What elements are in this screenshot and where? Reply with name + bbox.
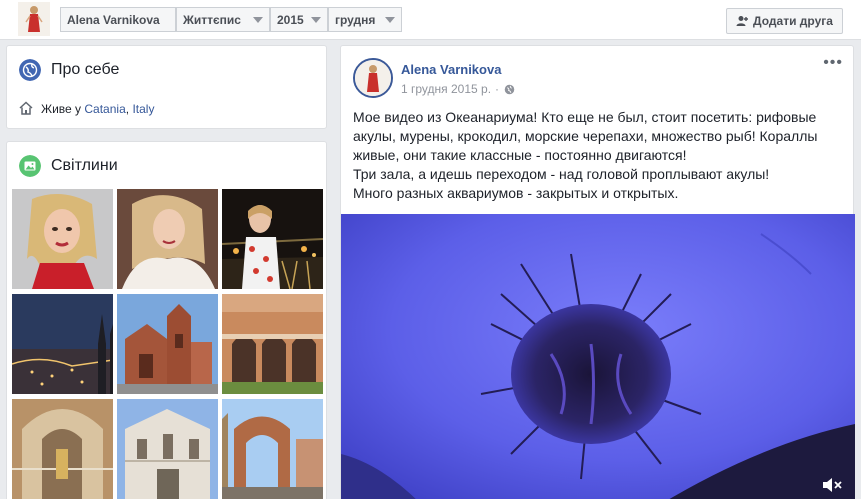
- post-line: Три зала, а идешь переходом - над голово…: [353, 166, 770, 182]
- photos-title: Світлини: [51, 157, 118, 174]
- home-icon: [19, 101, 33, 115]
- date-separator: ·: [495, 82, 500, 96]
- timeline-nav-bar: Alena Varnikova Життєпис 2015 грудня Дод…: [0, 0, 861, 40]
- post-line: Много разных аквариумов - закрытых и отк…: [353, 185, 679, 201]
- photo-thumbnail[interactable]: [12, 189, 113, 289]
- globe-icon[interactable]: [504, 84, 515, 95]
- post-date-link[interactable]: 1 грудня 2015 р.: [401, 82, 491, 96]
- section-label: Життєпис: [183, 12, 241, 27]
- globe-icon: [19, 59, 41, 81]
- about-card: Про себе Живе у Catania, Italy: [6, 45, 327, 129]
- profile-name: Alena Varnikova: [67, 12, 160, 27]
- post-body: Мое видео из Океанариума! Кто еще не был…: [353, 108, 843, 203]
- year-dropdown[interactable]: 2015: [270, 7, 328, 32]
- country-link[interactable]: Italy: [132, 102, 154, 116]
- city-link[interactable]: Catania: [84, 102, 125, 116]
- chevron-down-icon: [253, 16, 263, 23]
- photo-icon: [19, 155, 41, 177]
- profile-name-button[interactable]: Alena Varnikova: [60, 7, 176, 32]
- photo-thumbnail[interactable]: [117, 399, 218, 499]
- photo-thumbnail[interactable]: [222, 294, 323, 394]
- profile-thumbnail[interactable]: [18, 2, 50, 36]
- chevron-down-icon: [311, 16, 321, 23]
- photo-thumbnail[interactable]: [117, 294, 218, 394]
- about-title: Про себе: [51, 61, 120, 78]
- photo-thumbnail[interactable]: [12, 399, 113, 499]
- post-line: акулы, мурены, крокодил, морские черепах…: [353, 128, 818, 144]
- muted-speaker-icon[interactable]: [821, 476, 843, 494]
- add-friend-button[interactable]: Додати друга: [726, 8, 843, 34]
- photo-thumbnail[interactable]: [222, 399, 323, 499]
- section-dropdown[interactable]: Життєпис: [176, 7, 270, 32]
- post-date-row: 1 грудня 2015 р. ·: [401, 82, 515, 96]
- post-card: Alena Varnikova 1 грудня 2015 р. · ••• М…: [340, 45, 855, 499]
- month-label: грудня: [335, 12, 376, 27]
- chevron-down-icon: [385, 16, 395, 23]
- photo-thumbnail[interactable]: [117, 189, 218, 289]
- lives-in-prefix: Живе у: [41, 102, 82, 116]
- photos-card: Світлини: [6, 141, 327, 499]
- post-author-link[interactable]: Alena Varnikova: [401, 62, 501, 77]
- photo-thumbnail[interactable]: [12, 294, 113, 394]
- video-player[interactable]: [341, 214, 855, 499]
- photo-thumbnail[interactable]: [222, 189, 323, 289]
- post-options-icon[interactable]: •••: [823, 54, 843, 72]
- month-dropdown[interactable]: грудня: [328, 7, 402, 32]
- author-avatar[interactable]: [353, 58, 393, 98]
- add-friend-label: Додати друга: [753, 14, 833, 28]
- add-person-icon: [736, 16, 749, 26]
- post-line: Мое видео из Океанариума! Кто еще не был…: [353, 109, 817, 125]
- post-line: живые, они такие классные - постоянно дв…: [353, 147, 687, 163]
- location-separator: ,: [125, 102, 130, 116]
- year-label: 2015: [277, 12, 304, 27]
- lives-in-row: Живе у Catania, Italy: [41, 102, 154, 116]
